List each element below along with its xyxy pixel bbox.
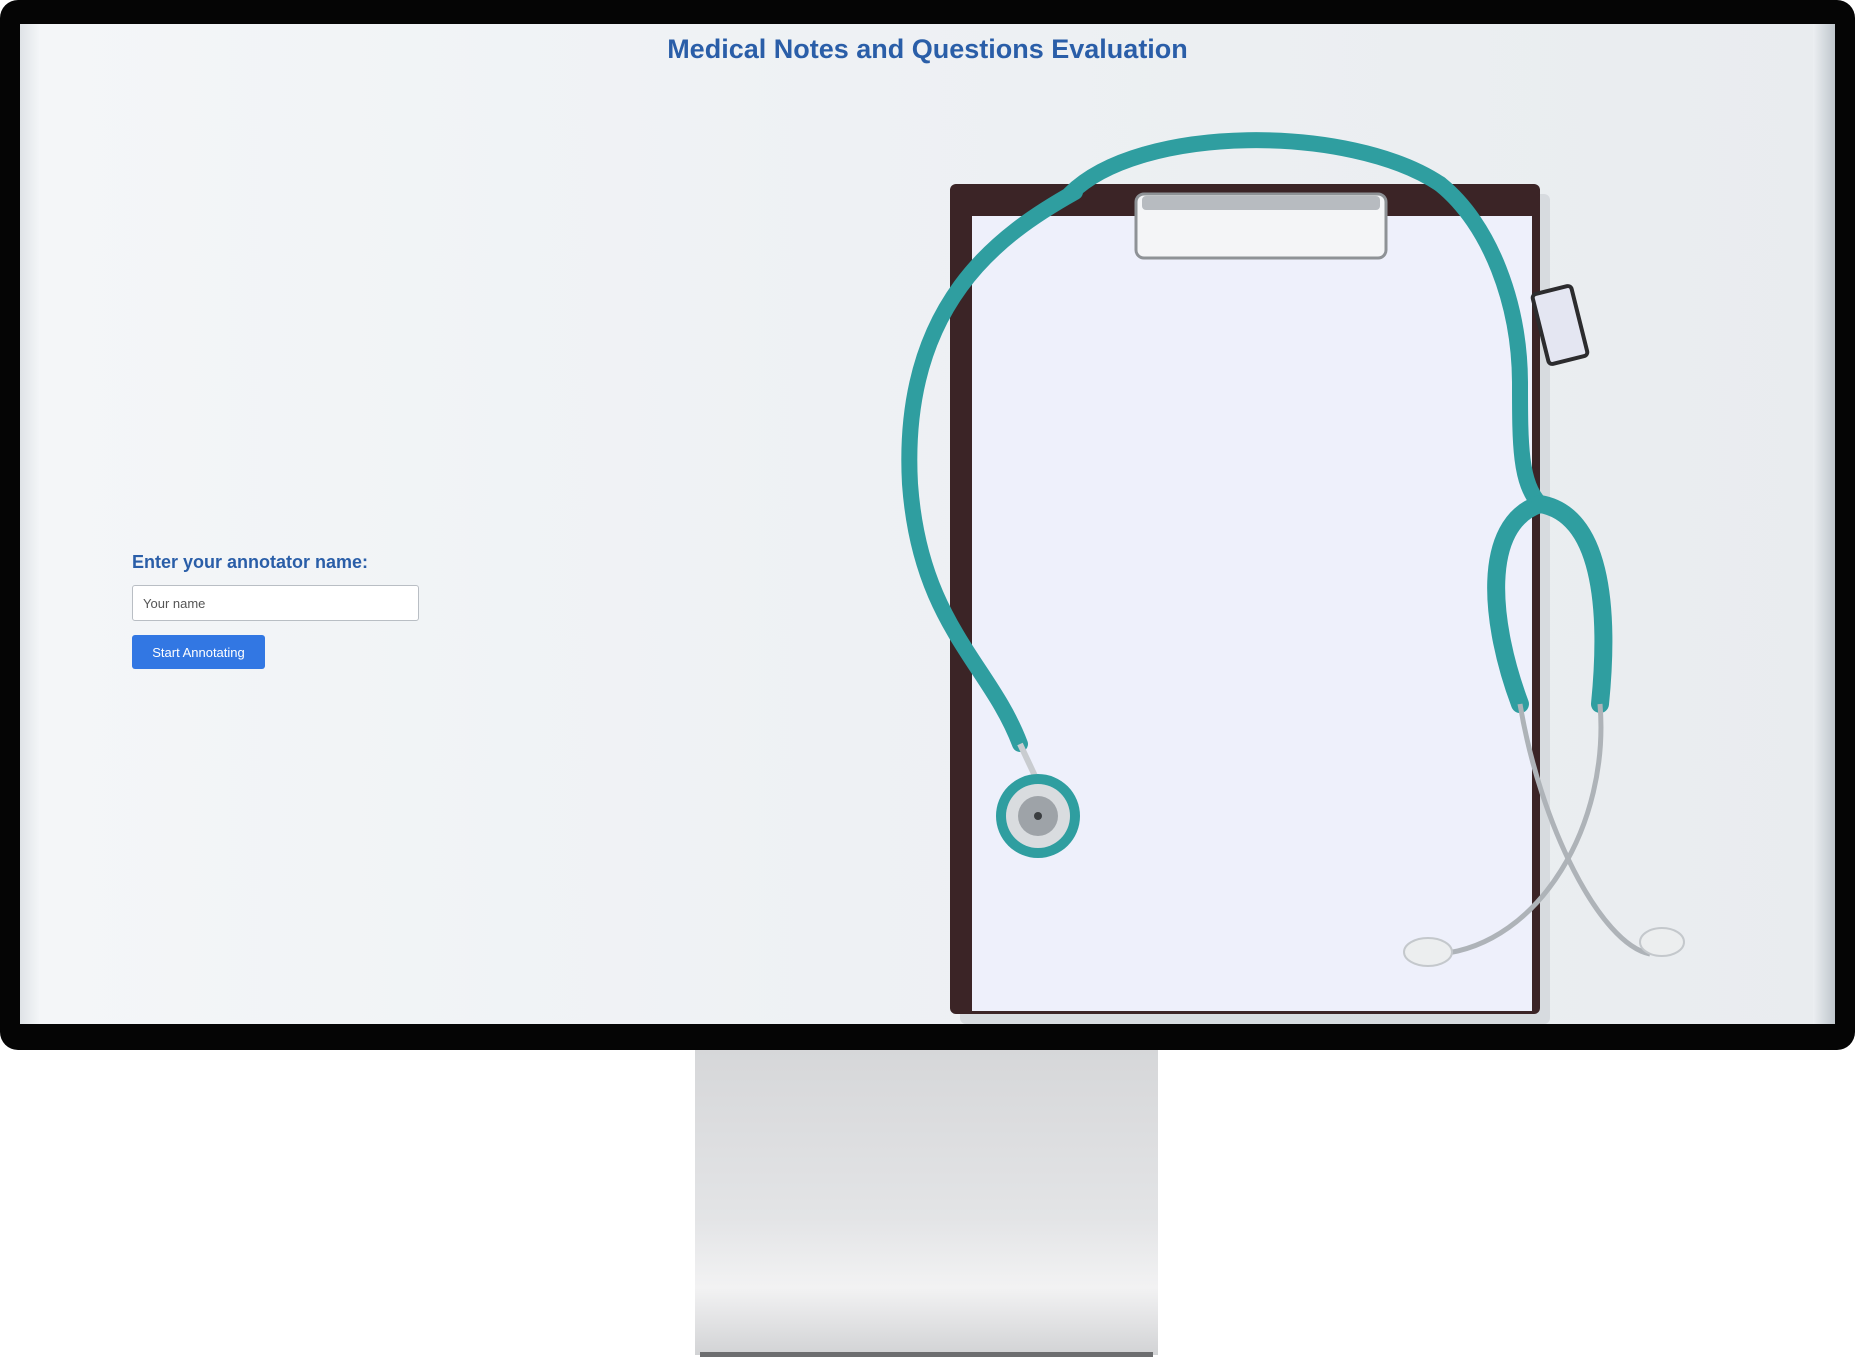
stethoscope-clipboard-illustration — [901, 132, 1685, 1024]
start-annotating-button[interactable]: Start Annotating — [132, 635, 265, 669]
monitor-frame: Medical Notes and Questions Evaluation E… — [0, 0, 1855, 1050]
annotator-name-input[interactable] — [132, 585, 419, 621]
screen-edge-right — [1813, 24, 1835, 1024]
page-title: Medical Notes and Questions Evaluation — [667, 34, 1188, 64]
clipboard-paper — [972, 216, 1532, 1011]
clipboard-clip-bar — [1142, 196, 1380, 210]
stethoscope-earpiece-left — [1403, 937, 1453, 967]
stethoscope-chestpiece-dot — [1034, 812, 1042, 820]
annotator-name-label: Enter your annotator name: — [132, 552, 369, 572]
monitor-stand — [695, 1050, 1158, 1355]
stethoscope-earpiece-right — [1639, 927, 1685, 957]
monitor-stand-base — [700, 1352, 1153, 1357]
app-screen: Medical Notes and Questions Evaluation E… — [20, 24, 1835, 1024]
screen-edge-left — [20, 24, 40, 1024]
annotator-form: Enter your annotator name: Start Annotat… — [132, 552, 419, 669]
